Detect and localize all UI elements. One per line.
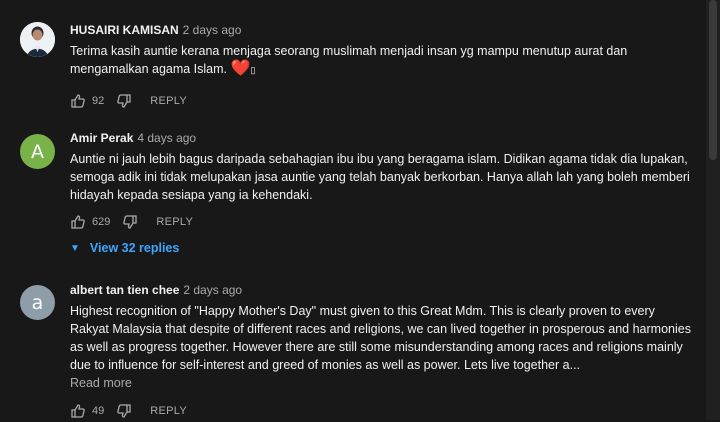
comment-text: Terima kasih auntie kerana menjaga seora… — [70, 42, 695, 79]
comment-time[interactable]: 2 days ago — [183, 23, 242, 37]
like-count: 629 — [92, 216, 111, 228]
reply-button[interactable]: REPLY — [150, 95, 187, 107]
comment-actions: 629 REPLY — [70, 214, 193, 230]
comment-time[interactable]: 4 days ago — [137, 131, 196, 145]
comment-text-content: Terima kasih auntie kerana menjaga seora… — [70, 44, 628, 76]
avatar[interactable] — [20, 22, 55, 57]
dislike-icon[interactable] — [122, 214, 138, 230]
scrollbar-track[interactable] — [706, 0, 720, 420]
dislike-icon[interactable] — [116, 93, 132, 109]
like-count: 49 — [92, 405, 105, 417]
view-replies-label: View 32 replies — [89, 241, 180, 255]
caret-down-icon: ▼ — [70, 242, 80, 254]
reply-button[interactable]: REPLY — [150, 405, 187, 417]
comment-author[interactable]: HUSAIRI KAMISAN — [70, 23, 179, 37]
comment-text: Highest recognition of "Happy Mother's D… — [70, 304, 691, 372]
avatar[interactable]: A — [20, 134, 55, 169]
missing-glyph: ▯ — [250, 65, 256, 75]
comment-actions: 92 REPLY — [70, 93, 187, 109]
comment-time[interactable]: 2 days ago — [183, 283, 242, 297]
like-count: 92 — [92, 95, 105, 107]
view-replies-button[interactable]: ▼ View 32 replies — [70, 241, 179, 255]
heart-emoji: ❤️ — [230, 60, 251, 77]
read-more-button[interactable]: Read more — [70, 376, 695, 390]
like-icon[interactable] — [70, 93, 86, 109]
avatar[interactable]: a — [20, 285, 55, 320]
comment-actions: 49 REPLY — [70, 403, 187, 419]
comment-text: Auntie ni jauh lebih bagus daripada seba… — [70, 152, 690, 202]
like-icon[interactable] — [70, 403, 86, 419]
comment-author[interactable]: albert tan tien chee — [70, 283, 179, 297]
dislike-icon[interactable] — [116, 403, 132, 419]
like-icon[interactable] — [70, 214, 86, 230]
reply-button[interactable]: REPLY — [156, 216, 193, 228]
scrollbar-thumb[interactable] — [709, 0, 717, 160]
comment-author[interactable]: Amir Perak — [70, 131, 133, 145]
